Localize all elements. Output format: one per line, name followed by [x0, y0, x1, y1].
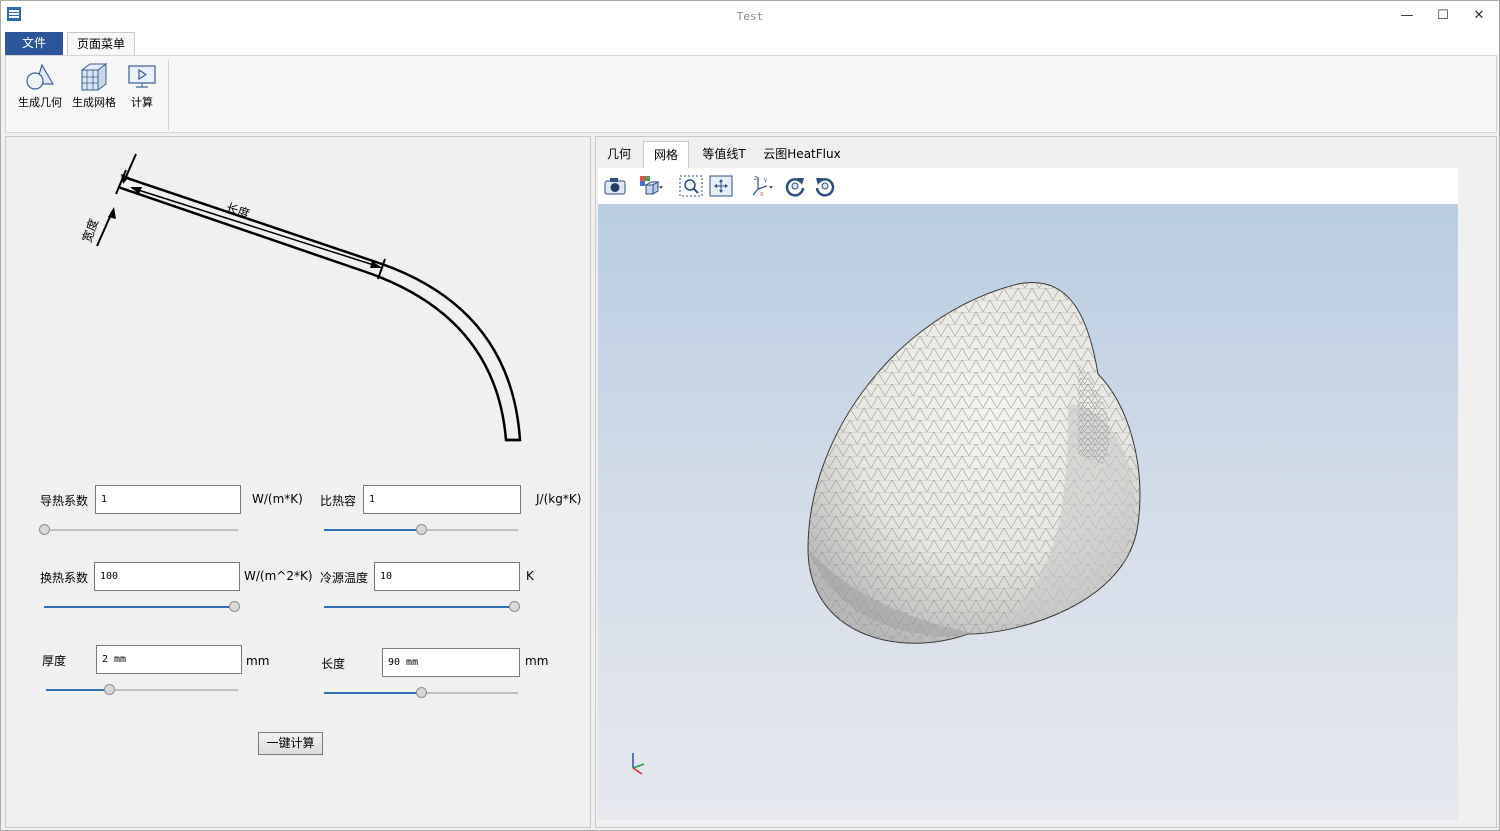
ribbon-panel: 生成几何 生成网格 计算: [5, 55, 1497, 133]
svg-text:Z: Z: [754, 176, 758, 182]
rotate-clockwise-icon[interactable]: [782, 174, 808, 198]
tab-mesh[interactable]: 网格: [643, 141, 689, 168]
cold-temp-label: 冷源温度: [320, 571, 369, 585]
cold-temp-unit: K: [526, 569, 534, 583]
thickness-label: 厚度: [42, 654, 67, 668]
parameter-panel: 长度 宽度 导热系数 1 W/(m*K) 比热容 1 J/(kg*K) 换热系数…: [5, 136, 591, 828]
thickness-slider[interactable]: [46, 684, 238, 696]
heat-transfer-label: 换热系数: [40, 571, 89, 585]
specific-heat-input[interactable]: 1: [363, 485, 521, 514]
close-button[interactable]: ✕: [1464, 5, 1494, 27]
thickness-input[interactable]: 2 mm: [96, 645, 242, 674]
viewer-toolbar: Z Y X: [598, 168, 1458, 204]
fit-all-icon[interactable]: [708, 174, 734, 198]
specific-heat-slider[interactable]: [324, 524, 518, 536]
title-bar: Test — ☐ ✕: [1, 1, 1499, 31]
conductivity-input[interactable]: 1: [95, 485, 241, 514]
conductivity-unit: W/(m*K): [252, 492, 303, 506]
camera-icon[interactable]: [602, 174, 628, 198]
minimize-button[interactable]: —: [1392, 5, 1422, 27]
tab-page-menu[interactable]: 页面菜单: [67, 32, 135, 55]
window-title: Test: [736, 10, 764, 23]
mesh-model: [807, 282, 1141, 644]
cold-temp-slider[interactable]: [324, 601, 520, 613]
compute-button[interactable]: 计算: [122, 62, 162, 110]
geometry-icon: [26, 63, 55, 90]
length-input[interactable]: 90 mm: [382, 648, 520, 677]
generate-mesh-button[interactable]: 生成网格: [68, 62, 120, 110]
zoom-window-icon[interactable]: [678, 174, 704, 198]
display-mode-icon[interactable]: [638, 174, 664, 198]
heat-transfer-unit: W/(m^2*K): [244, 569, 313, 583]
tab-geometry[interactable]: 几何: [600, 141, 638, 168]
axes-view-icon[interactable]: Z Y X: [748, 174, 774, 198]
compute-label: 计算: [131, 96, 153, 109]
thickness-unit: mm: [246, 654, 270, 668]
heat-transfer-input[interactable]: 100: [94, 562, 240, 591]
svg-text:Y: Y: [763, 179, 768, 185]
svg-text:X: X: [760, 192, 764, 198]
ribbon-tabs: 文件 页面菜单: [1, 31, 1499, 55]
monitor-play-icon: [128, 65, 156, 88]
length-label: 长度: [321, 657, 346, 671]
pipe-diagram: [96, 153, 522, 442]
specific-heat-unit: J/(kg*K): [536, 492, 582, 506]
mesh-cube-icon: [80, 63, 108, 91]
specific-heat-label: 比热容: [320, 494, 357, 508]
tab-contour-t[interactable]: 等值线T: [696, 141, 752, 168]
rotate-counterclockwise-icon[interactable]: [812, 174, 838, 198]
tab-file[interactable]: 文件: [5, 32, 63, 55]
3d-viewport[interactable]: [598, 204, 1458, 820]
ribbon-separator: [168, 60, 169, 130]
cold-temp-input[interactable]: 10: [374, 562, 520, 591]
one-click-compute-button[interactable]: 一键计算: [258, 732, 323, 755]
app-window: Test — ☐ ✕ 文件 页面菜单 生成几何 生成网格 计算 长度 宽度 导热…: [0, 0, 1500, 831]
generate-mesh-label: 生成网格: [72, 96, 116, 109]
generate-geometry-label: 生成几何: [18, 96, 62, 109]
axis-triad-icon: [632, 753, 645, 775]
generate-geometry-button[interactable]: 生成几何: [14, 62, 66, 110]
heat-transfer-slider[interactable]: [44, 601, 240, 613]
conductivity-label: 导热系数: [40, 494, 89, 508]
conductivity-slider[interactable]: [39, 524, 238, 536]
length-unit: mm: [525, 654, 549, 668]
length-slider[interactable]: [324, 687, 518, 699]
tab-cloud-heatflux[interactable]: 云图HeatFlux: [762, 141, 842, 168]
viewer-panel: 几何 网格 等值线T 云图HeatFlux Z Y X: [595, 136, 1497, 828]
maximize-button[interactable]: ☐: [1428, 5, 1458, 27]
